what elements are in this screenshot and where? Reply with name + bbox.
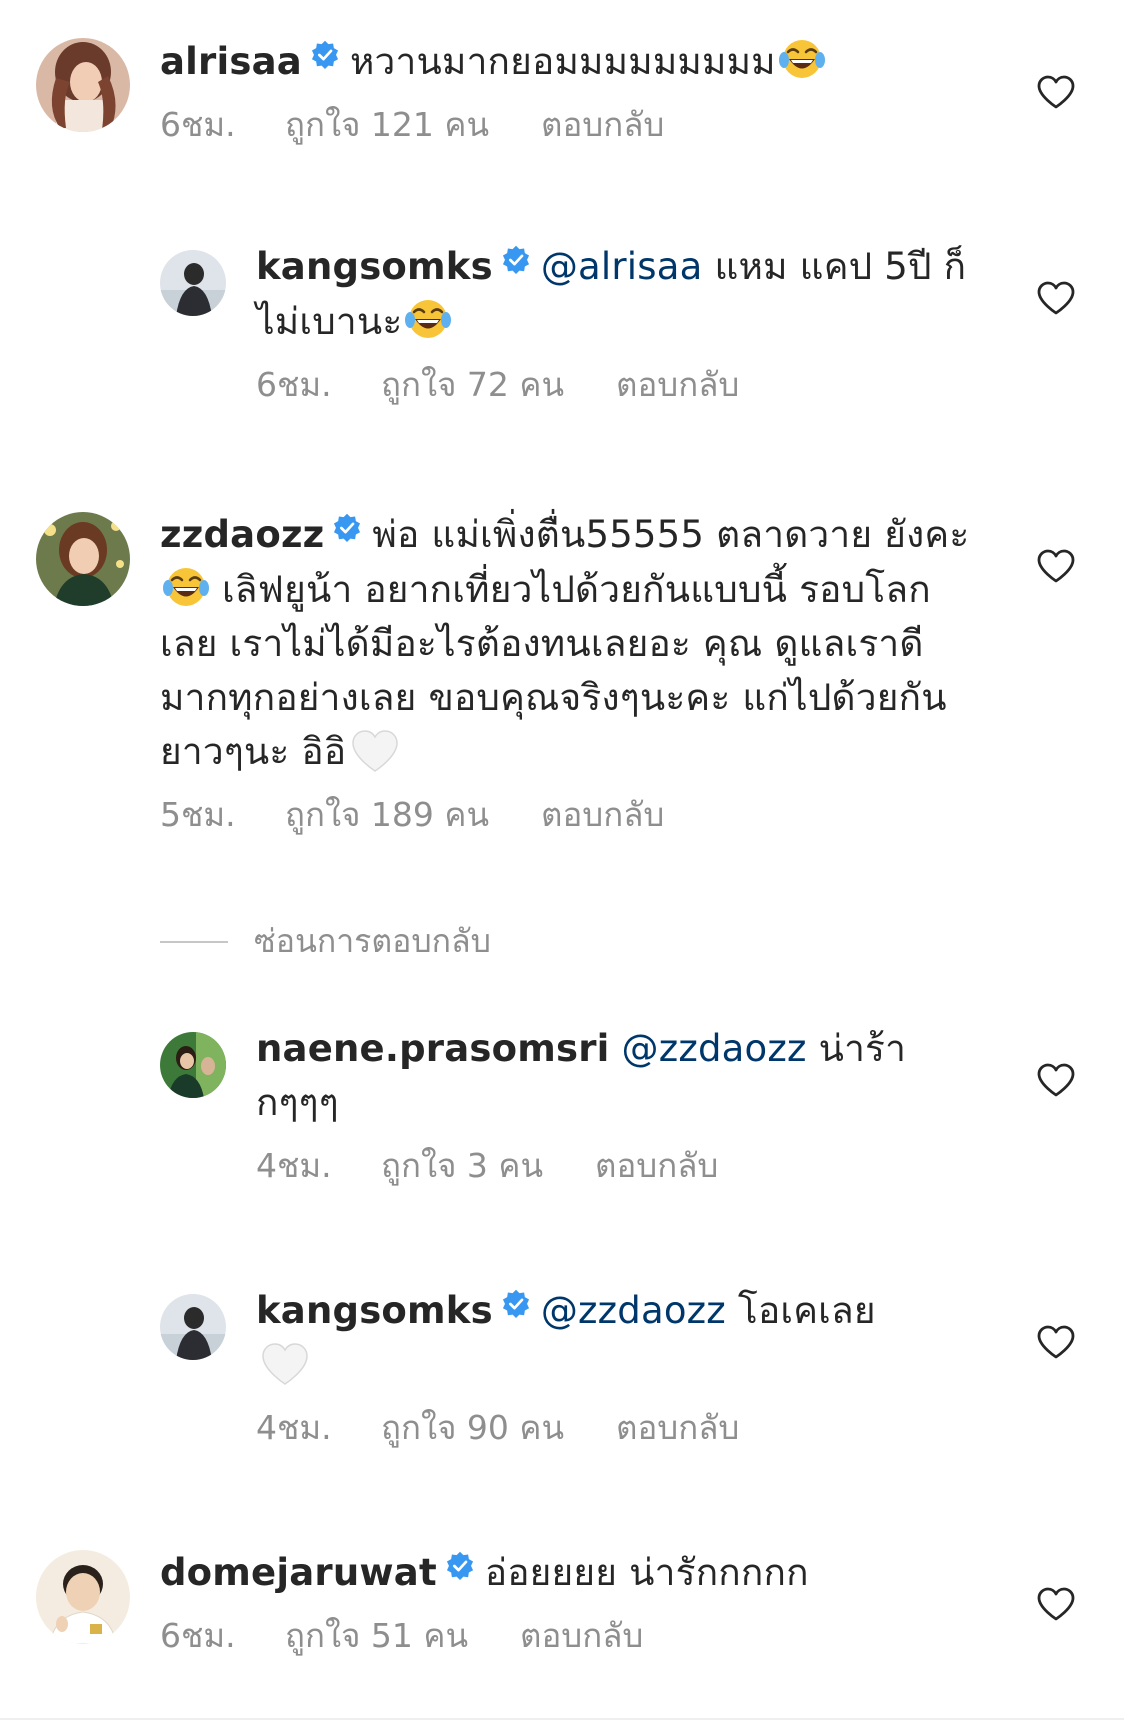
mention-link[interactable]: @zzdaozz [622,1027,807,1070]
like-heart-icon[interactable] [1036,1586,1076,1622]
comment-meta: 4ชม. ถูกใจ 90 คน ตอบกลับ [256,1402,974,1454]
comment-meta: 6ชม. ถูกใจ 51 คน ตอบกลับ [160,1610,974,1662]
timestamp: 4ชม. [256,1408,332,1447]
white-heart-emoji-icon [352,730,399,772]
like-heart-icon[interactable] [1036,74,1076,110]
verified-badge-icon [446,1551,473,1580]
comment-text: zzdaozz พ่อ แม่เพิ่งตื่น55555 ตลาดวาย ยัง… [160,508,974,779]
comment-body: หวานมากยอมมมมมมมมม [349,40,776,83]
like-heart-icon[interactable] [1036,1062,1076,1098]
timestamp: 6ชม. [256,365,332,404]
likes-count[interactable]: ถูกใจ 51 คน [285,1610,468,1662]
comment-text: kangsomks @zzdaozz โอเคเลย [256,1284,974,1392]
timestamp: 6ชม. [160,1616,236,1655]
comment-meta: 6ชม. ถูกใจ 72 คน ตอบกลับ [256,359,974,411]
verified-badge-icon [311,40,339,69]
verified-badge-icon [502,245,529,274]
laughing-tears-emoji-icon [163,568,209,606]
mention-link[interactable]: @alrisaa [541,245,703,288]
comment-meta: 4ชม. ถูกใจ 3 คน ตอบกลับ [256,1140,974,1192]
comment-text: domejaruwat อ่อยยยย น่ารักกกกก [160,1546,974,1600]
comment-meta: 6ชม. ถูกใจ 121 คน ตอบกลับ [160,99,974,151]
username[interactable]: kangsomks [256,245,493,288]
timestamp: 6ชม. [160,105,236,144]
laughing-tears-emoji-icon [405,300,452,338]
likes-count[interactable]: ถูกใจ 90 คน [381,1402,564,1454]
reply-button[interactable]: ตอบกลับ [541,99,664,151]
laughing-tears-emoji-icon [778,40,825,78]
hide-replies-label: ซ่อนการตอบกลับ [254,922,491,960]
avatar[interactable] [36,512,130,606]
verified-badge-icon [334,513,361,542]
likes-count[interactable]: ถูกใจ 189 คน [285,789,489,841]
username[interactable]: alrisaa [160,40,302,83]
verified-badge-icon [502,1289,529,1318]
reply-button[interactable]: ตอบกลับ [616,359,739,411]
username[interactable]: naene.prasomsri [256,1027,610,1070]
like-heart-icon[interactable] [1036,1324,1076,1360]
likes-count[interactable]: ถูกใจ 121 คน [285,99,489,151]
reply-button[interactable]: ตอบกลับ [616,1402,739,1454]
avatar[interactable] [160,250,226,316]
comment-meta: 5ชม. ถูกใจ 189 คน ตอบกลับ [160,789,974,841]
username[interactable]: kangsomks [256,1289,493,1332]
comment-body-part-2: เลิฟยูน้า อยากเที่ยวไปด้วยกันแบบนี้ รอบโ… [160,568,947,773]
hide-replies-divider [160,940,228,943]
mention-link[interactable]: @zzdaozz [541,1289,726,1332]
likes-count[interactable]: ถูกใจ 72 คน [381,359,564,411]
timestamp: 4ชม. [256,1146,332,1185]
likes-count[interactable]: ถูกใจ 3 คน [381,1140,543,1192]
like-heart-icon[interactable] [1036,280,1076,316]
comment-body: โอเคเลย [725,1289,876,1332]
reply-button[interactable]: ตอบกลับ [595,1140,718,1192]
avatar[interactable] [160,1294,226,1360]
username[interactable]: zzdaozz [160,513,324,556]
reply-button[interactable]: ตอบกลับ [520,1610,643,1662]
comment-thread: alrisaa หวานมากยอมมมมมมมมม 6ชม. ถูกใจ 121… [0,0,1124,1720]
comment-text: naene.prasomsri @zzdaozz น่าร้า กๆๆๆ [256,1022,974,1130]
avatar[interactable] [160,1032,226,1098]
white-heart-emoji-icon [262,1343,308,1385]
username[interactable]: domejaruwat [160,1551,437,1594]
avatar[interactable] [36,38,130,132]
reply-button[interactable]: ตอบกลับ [541,789,664,841]
timestamp: 5ชม. [160,795,236,834]
comment-text: alrisaa หวานมากยอมมมมมมมมม [160,34,974,89]
comment-body: อ่อยยยย น่ารักกกกก [484,1551,809,1594]
hide-replies-button[interactable]: ซ่อนการตอบกลับ [160,916,491,967]
avatar[interactable] [36,1550,130,1644]
like-heart-icon[interactable] [1036,548,1076,584]
comment-body-part-1: พ่อ แม่เพิ่งตื่น55555 ตลาดวาย ยังคะ [372,513,970,556]
comment-text: kangsomks @alrisaa แหม แคป 5ปี ก็ไม่เบานะ [256,240,974,349]
